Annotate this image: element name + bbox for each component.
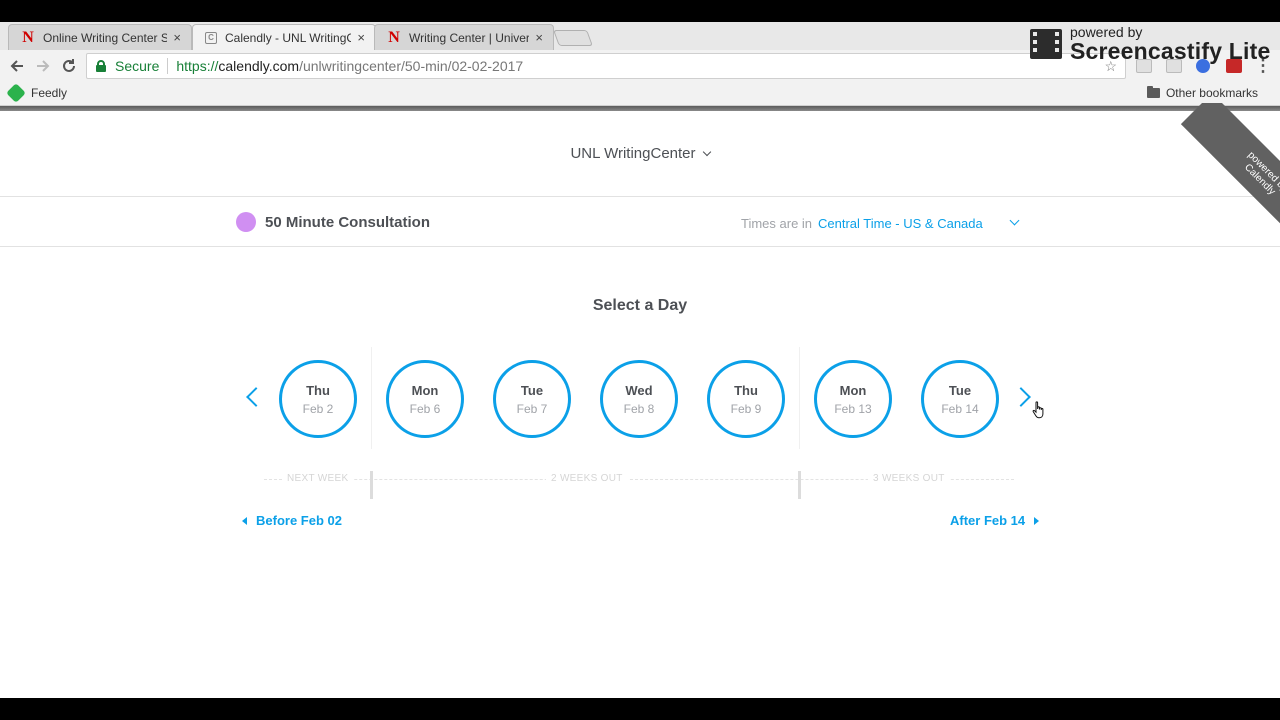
screencastify-watermark: powered by Screencastify Lite — [1030, 24, 1270, 64]
screen-recording-frame: N Online Writing Center Se × C Calendly … — [0, 0, 1280, 720]
timezone-select[interactable]: Central Time - US & Canada — [818, 216, 983, 231]
feedly-icon — [6, 83, 26, 103]
day-date: Feb 13 — [834, 401, 872, 416]
url-scheme: https:// — [176, 58, 219, 74]
forward-button[interactable] — [32, 55, 54, 77]
close-icon[interactable]: × — [535, 30, 543, 45]
day-date: Feb 2 — [302, 401, 334, 416]
lock-icon — [96, 60, 106, 72]
watermark-small-text: powered by — [1070, 24, 1143, 40]
bookmark-label: Feedly — [31, 86, 68, 100]
reload-button[interactable] — [58, 55, 80, 77]
day-date: Feb 7 — [516, 401, 548, 416]
close-icon[interactable]: × — [357, 30, 365, 45]
url-host: calendly.com — [218, 58, 300, 74]
tab-title: Online Writing Center Se — [43, 30, 168, 45]
triangle-left-icon — [242, 516, 247, 525]
day-of-week: Thu — [306, 382, 330, 398]
day-button[interactable]: Wed Feb 8 — [600, 360, 678, 438]
previous-days-button[interactable] — [244, 381, 266, 417]
nebraska-n-icon: N — [388, 28, 400, 46]
day-of-week: Wed — [625, 382, 653, 398]
calendly-icon: C — [205, 31, 217, 44]
tab-calendly[interactable]: C Calendly - UNL WritingC × — [192, 24, 376, 50]
org-name[interactable]: UNL WritingCenter — [570, 145, 695, 162]
forward-arrow-icon — [37, 60, 50, 72]
url-text: https://calendly.com/unlwritingcenter/50… — [176, 58, 523, 74]
folder-icon — [1146, 86, 1160, 98]
watermark-brand-text: Screencastify Lite — [1070, 38, 1271, 64]
other-bookmarks[interactable]: Other bookmarks — [1146, 86, 1258, 100]
tab-title: Writing Center | Universi — [409, 30, 530, 45]
browser-window: N Online Writing Center Se × C Calendly … — [0, 22, 1280, 698]
day-button[interactable]: Thu Feb 9 — [707, 360, 785, 438]
week-label: NEXT WEEK — [282, 473, 354, 484]
day-date: Feb 14 — [941, 401, 979, 416]
calendly-page: UNL WritingCenter powered by Calendly 50… — [0, 103, 1280, 698]
day-of-week: Tue — [520, 382, 544, 398]
event-color-dot — [236, 212, 256, 232]
week-label: 3 WEEKS OUT — [868, 473, 950, 484]
reload-icon — [63, 59, 75, 72]
chevron-left-icon — [246, 387, 266, 407]
select-day-heading: Select a Day — [592, 297, 688, 314]
before-date-link[interactable]: Before Feb 02 — [242, 513, 342, 528]
week-tick — [370, 471, 373, 499]
secure-label: Secure — [115, 58, 160, 74]
day-of-week: Tue — [948, 382, 972, 398]
day-button[interactable]: Mon Feb 13 — [814, 360, 892, 438]
bookmarks-bar: Feedly Other bookmarks — [0, 82, 1280, 106]
chevron-right-icon — [1011, 387, 1031, 407]
close-icon[interactable]: × — [173, 30, 181, 45]
after-date-label: After Feb 14 — [950, 513, 1026, 528]
day-button[interactable]: Thu Feb 2 — [279, 360, 357, 438]
day-date: Feb 9 — [730, 401, 762, 416]
day-date: Feb 8 — [623, 401, 655, 416]
day-button[interactable]: Mon Feb 6 — [386, 360, 464, 438]
back-button[interactable] — [6, 55, 28, 77]
chevron-down-icon[interactable] — [1009, 215, 1020, 226]
day-button[interactable]: Tue Feb 7 — [493, 360, 571, 438]
day-date: Feb 6 — [409, 401, 441, 416]
back-arrow-icon — [10, 60, 23, 72]
tab-title: Calendly - UNL WritingC — [225, 30, 352, 45]
org-header: UNL WritingCenter — [0, 111, 1280, 197]
chevron-down-icon[interactable] — [702, 147, 711, 156]
before-date-label: Before Feb 02 — [256, 513, 342, 528]
event-bar: 50 Minute Consultation Times are in Cent… — [0, 198, 1280, 247]
week-separator — [371, 347, 372, 449]
week-separator — [799, 347, 800, 449]
tab-online-writing-center[interactable]: N Online Writing Center Se × — [8, 24, 192, 50]
address-bar[interactable]: Secure https://calendly.com/unlwritingce… — [86, 53, 1126, 79]
url-path: /unlwritingcenter/50-min/02-02-2017 — [299, 58, 524, 74]
triangle-right-icon — [1034, 516, 1040, 525]
nebraska-n-icon: N — [22, 28, 34, 46]
week-label: 2 WEEKS OUT — [546, 473, 628, 484]
day-button[interactable]: Tue Feb 14 — [921, 360, 999, 438]
after-date-link[interactable]: After Feb 14 — [950, 513, 1040, 528]
bookmark-feedly[interactable]: Feedly — [6, 83, 68, 103]
bookmark-label: Other bookmarks — [1165, 86, 1258, 100]
watermark-text: powered by Screencastify Lite — [1070, 25, 1270, 63]
next-days-button[interactable] — [1011, 381, 1034, 417]
day-of-week: Thu — [734, 382, 758, 398]
film-icon — [1030, 29, 1062, 59]
event-name: 50 Minute Consultation — [265, 214, 430, 231]
omnibox-divider — [167, 58, 169, 74]
tab-writing-center-university[interactable]: N Writing Center | Universi × — [374, 24, 554, 50]
timezone-label: Times are in — [741, 216, 813, 231]
hand-cursor-icon — [1032, 401, 1044, 419]
day-of-week: Mon — [411, 382, 439, 398]
new-tab-button[interactable] — [553, 30, 593, 46]
day-of-week: Mon — [839, 382, 867, 398]
week-tick — [798, 471, 801, 499]
